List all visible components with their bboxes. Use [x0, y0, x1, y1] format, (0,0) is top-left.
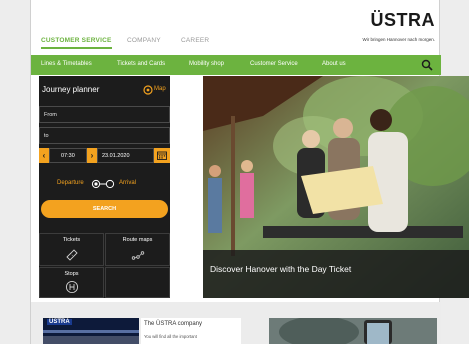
time-later-button[interactable]: ›: [87, 148, 97, 163]
top-navigation: CUSTOMER SERVICE COMPANY CAREER ÜSTRA Wi…: [31, 0, 441, 55]
search-button[interactable]: SEARCH: [41, 200, 168, 218]
search-icon[interactable]: [421, 59, 433, 71]
tile-stops[interactable]: Stops: [39, 267, 104, 298]
date-value: 23.01.2020: [102, 153, 130, 159]
menu-item-about-us[interactable]: About us: [322, 61, 346, 67]
lower-section: ÜSTRA The ÜSTRA company You will find al…: [31, 302, 441, 344]
arrival-label[interactable]: Arrival: [119, 180, 136, 186]
tile-route-maps[interactable]: Route maps: [105, 233, 170, 266]
tile-tickets[interactable]: Tickets: [39, 233, 104, 266]
from-placeholder: From: [44, 112, 57, 118]
hero-caption-text: Discover Hanover with the Day Ticket: [210, 264, 352, 274]
menu-item-tickets-cards[interactable]: Tickets and Cards: [117, 61, 165, 67]
company-card-brand: ÜSTRA: [47, 319, 72, 325]
site-container: CUSTOMER SERVICE COMPANY CAREER ÜSTRA Wi…: [30, 0, 469, 344]
time-value: 07:30: [61, 153, 75, 159]
menu-item-mobility-shop[interactable]: Mobility shop: [189, 61, 224, 67]
to-input[interactable]: to: [39, 127, 170, 144]
ticket-icon: [65, 249, 78, 261]
menu-item-lines-timetables[interactable]: Lines & Timetables: [41, 61, 92, 67]
hero-caption: Discover Hanover with the Day Ticket: [203, 250, 469, 298]
date-input[interactable]: 23.01.2020: [97, 148, 154, 163]
tab-company[interactable]: COMPANY: [127, 37, 161, 44]
journey-planner-panel: Journey planner Map From to ‹ 07:30 › 23…: [39, 76, 170, 298]
tile-route-maps-label: Route maps: [122, 237, 153, 243]
tile-stops-label: Stops: [64, 271, 79, 277]
company-card-excerpt: You will find all the important: [144, 334, 197, 339]
tile-empty: [105, 267, 170, 298]
tagline: Wir bringen Hannover nach morgen.: [362, 37, 435, 42]
map-pin-icon: [143, 85, 153, 95]
company-card-title: The ÜSTRA company: [144, 321, 203, 327]
menu-item-customer-service[interactable]: Customer Service: [250, 61, 298, 67]
from-input[interactable]: From: [39, 106, 170, 123]
time-input[interactable]: 07:30: [49, 148, 87, 163]
stop-h-icon: [65, 280, 78, 294]
departure-arrival-switch[interactable]: [91, 179, 115, 189]
departure-label[interactable]: Departure: [57, 180, 84, 186]
map-link-label: Map: [154, 86, 166, 92]
map-link[interactable]: Map: [143, 85, 171, 96]
company-card-text[interactable]: The ÜSTRA company You will find all the …: [141, 318, 241, 344]
to-placeholder: to: [44, 133, 49, 139]
departure-arrival-toggle: Departure Arrival: [39, 178, 170, 190]
app-card-photo: [269, 318, 437, 344]
tab-customer-service[interactable]: CUSTOMER SERVICE: [41, 37, 112, 49]
route-icon: [131, 251, 144, 260]
time-earlier-button[interactable]: ‹: [39, 148, 49, 163]
main-menu-bar: Lines & Timetables Tickets and Cards Mob…: [31, 55, 441, 75]
calendar-icon: [157, 151, 167, 160]
company-card-image[interactable]: ÜSTRA: [43, 318, 139, 344]
ustra-logo[interactable]: ÜSTRA: [371, 10, 436, 31]
hero-banner[interactable]: Discover Hanover with the Day Ticket: [203, 76, 469, 298]
calendar-button[interactable]: [154, 148, 170, 163]
tab-career[interactable]: CAREER: [181, 37, 209, 44]
tile-tickets-label: Tickets: [62, 237, 81, 243]
app-card-image[interactable]: [269, 318, 437, 344]
journey-planner-title: Journey planner: [42, 85, 100, 94]
